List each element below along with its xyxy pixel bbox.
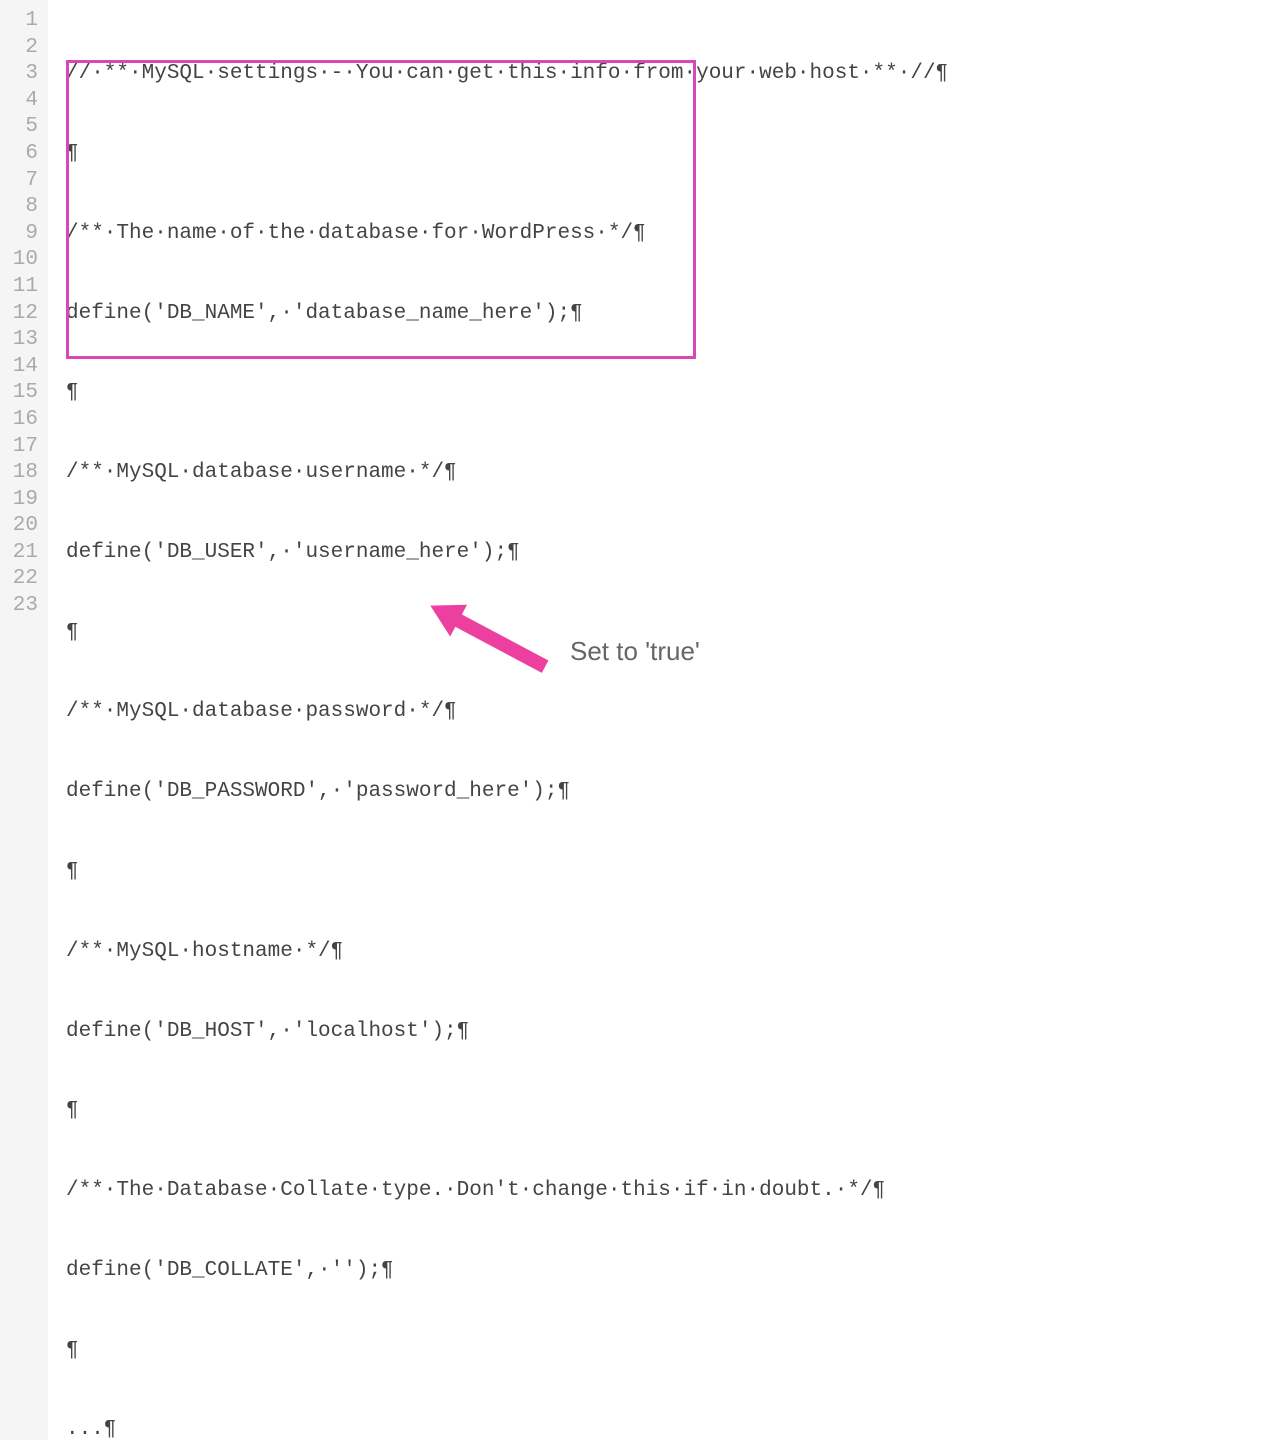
line-number: 8 — [8, 194, 38, 221]
line-number: 23 — [8, 593, 38, 620]
code-line: ¶ — [66, 620, 1036, 647]
code-line: define('DB_COLLATE',·'');¶ — [66, 1258, 1036, 1285]
line-number: 21 — [8, 540, 38, 567]
line-number: 12 — [8, 301, 38, 328]
line-number: 16 — [8, 407, 38, 434]
code-line: ...¶ — [66, 1417, 1036, 1440]
line-number: 9 — [8, 221, 38, 248]
line-number: 11 — [8, 274, 38, 301]
line-number: 14 — [8, 354, 38, 381]
code-line: ¶ — [66, 141, 1036, 168]
line-number: 6 — [8, 141, 38, 168]
annotation-label: Set to 'true' — [570, 636, 700, 667]
line-number: 2 — [8, 35, 38, 62]
line-number: 3 — [8, 61, 38, 88]
line-number: 13 — [8, 327, 38, 354]
code-line: ¶ — [66, 1338, 1036, 1365]
line-number: 5 — [8, 114, 38, 141]
line-number: 4 — [8, 88, 38, 115]
code-line: /**·The·name·of·the·database·for·WordPre… — [66, 221, 1036, 248]
line-number: 19 — [8, 487, 38, 514]
code-line: /**·MySQL·hostname·*/¶ — [66, 939, 1036, 966]
code-line: define('DB_NAME',·'database_name_here');… — [66, 301, 1036, 328]
code-line: define('DB_HOST',·'localhost');¶ — [66, 1019, 1036, 1046]
code-content[interactable]: //·**·MySQL·settings·-·You·can·get·this·… — [48, 0, 1036, 1440]
code-line: /**·MySQL·database·username·*/¶ — [66, 460, 1036, 487]
line-number: 17 — [8, 434, 38, 461]
code-line: define('DB_USER',·'username_here');¶ — [66, 540, 1036, 567]
line-number: 20 — [8, 513, 38, 540]
code-line: ¶ — [66, 1098, 1036, 1125]
line-number: 22 — [8, 566, 38, 593]
code-line: /**·MySQL·database·password·*/¶ — [66, 699, 1036, 726]
line-number-gutter: 1 2 3 4 5 6 7 8 9 10 11 12 13 14 15 16 1… — [0, 0, 48, 1440]
line-number: 10 — [8, 247, 38, 274]
line-number: 15 — [8, 380, 38, 407]
code-editor: 1 2 3 4 5 6 7 8 9 10 11 12 13 14 15 16 1… — [0, 0, 1280, 1440]
line-number: 18 — [8, 460, 38, 487]
code-line: ¶ — [66, 859, 1036, 886]
line-number: 1 — [8, 8, 38, 35]
code-line: ¶ — [66, 380, 1036, 407]
code-line: //·**·MySQL·settings·-·You·can·get·this·… — [66, 61, 1036, 88]
code-line: /**·The·Database·Collate·type.·Don't·cha… — [66, 1178, 1036, 1205]
line-number: 7 — [8, 168, 38, 195]
code-line: define('DB_PASSWORD',·'password_here');¶ — [66, 779, 1036, 806]
